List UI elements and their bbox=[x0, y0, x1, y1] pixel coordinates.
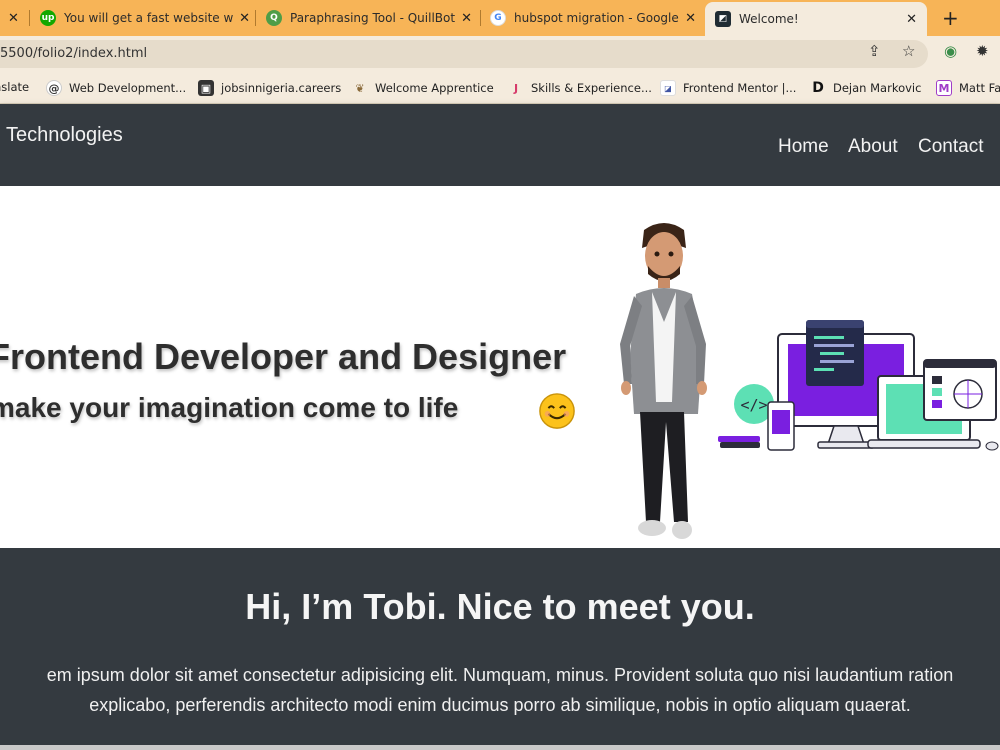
tab-title: Welcome! bbox=[739, 12, 799, 26]
bookmark-item[interactable]: nslate bbox=[0, 80, 29, 94]
bookmark-label: jobsinnigeria.careers bbox=[221, 81, 342, 95]
bookmark-item[interactable]: @ Web Development... bbox=[46, 80, 186, 96]
avatar-character-image bbox=[620, 223, 707, 539]
bookmark-star-icon[interactable]: ☆ bbox=[902, 42, 915, 60]
share-icon[interactable]: ⇪ bbox=[868, 42, 881, 60]
about-line: em ipsum dolor sit amet consectetur adip… bbox=[46, 665, 954, 685]
close-icon[interactable]: ✕ bbox=[461, 11, 472, 26]
upwork-icon: up bbox=[40, 10, 56, 26]
site-brand[interactable]: Technologies bbox=[6, 124, 123, 147]
google-icon: G bbox=[490, 10, 506, 26]
site-favicon-icon: ◩ bbox=[715, 11, 731, 27]
d-logo-icon: D bbox=[812, 80, 824, 96]
ant-icon: ❦ bbox=[355, 81, 365, 95]
tab-separator bbox=[480, 10, 481, 26]
bookmark-label: Web Development... bbox=[69, 81, 187, 95]
nav-about[interactable]: About bbox=[848, 136, 898, 158]
address-bar[interactable]: 5500/folio2/index.html bbox=[0, 40, 928, 68]
bookmark-label: Welcome Apprentice bbox=[375, 81, 494, 95]
close-icon[interactable]: ✕ bbox=[906, 12, 917, 27]
close-icon[interactable]: ✕ bbox=[8, 11, 19, 26]
tab-quillbot[interactable]: Q Paraphrasing Tool - QuillBot ✕ bbox=[266, 4, 472, 32]
bug-extension-icon[interactable]: ✹ bbox=[976, 42, 989, 60]
j-logo-icon: J bbox=[513, 81, 519, 95]
about-heading: Hi, I’m Tobi. Nice to meet you. bbox=[245, 586, 755, 627]
nav-home[interactable]: Home bbox=[778, 136, 829, 158]
bookmark-label: nslate bbox=[0, 80, 30, 94]
smiling-face-icon bbox=[539, 393, 575, 429]
hero-section: Frontend Developer and Designer make you… bbox=[0, 186, 1000, 548]
bookmark-label: Dejan Markovic bbox=[833, 81, 922, 95]
extension-icon[interactable]: ◉ bbox=[944, 42, 957, 60]
about-line: explicabo, perferendis architecto modi e… bbox=[89, 695, 911, 715]
browser-toolbar: 5500/folio2/index.html ⇪ ☆ ◉ ✹ bbox=[0, 36, 1000, 72]
tab-partial[interactable]: ✕ bbox=[0, 4, 26, 32]
url-text[interactable]: 5500/folio2/index.html bbox=[0, 46, 147, 61]
tab-welcome-active[interactable]: ◩ Welcome! ✕ bbox=[705, 2, 927, 36]
tab-google-search[interactable]: G hubspot migration - Google ✕ bbox=[490, 4, 696, 32]
close-icon[interactable]: ✕ bbox=[685, 11, 696, 26]
hero-headline: Frontend Developer and Designer bbox=[0, 336, 567, 377]
svg-text:</>: </> bbox=[740, 396, 767, 414]
hero-subline: make your imagination come to life bbox=[0, 392, 459, 423]
bookmark-item[interactable]: D Dejan Markovic bbox=[810, 80, 921, 96]
about-section: Hi, I’m Tobi. Nice to meet you. em ipsum… bbox=[0, 548, 1000, 750]
bookmark-label: Skills & Experience... bbox=[531, 81, 652, 95]
briefcase-icon: ▣ bbox=[198, 80, 214, 96]
tab-title: hubspot migration - Google bbox=[514, 11, 679, 25]
nav-contact[interactable]: Contact bbox=[918, 136, 983, 158]
browser-tab-strip: ✕ up You will get a fast website wi ✕ Q … bbox=[0, 0, 1000, 36]
bookmark-item[interactable]: M Matt Fa bbox=[936, 80, 1000, 96]
close-icon[interactable]: ✕ bbox=[239, 11, 250, 26]
frontend-mentor-icon: ◪ bbox=[660, 80, 676, 96]
tab-separator bbox=[255, 10, 256, 26]
bookmark-item[interactable]: ▣ jobsinnigeria.careers bbox=[198, 80, 341, 96]
tab-title: You will get a fast website wi bbox=[64, 11, 234, 25]
m-logo-icon: M bbox=[936, 80, 952, 96]
bookmark-label: Matt Fa bbox=[959, 81, 1000, 95]
bookmark-item[interactable]: ◪ Frontend Mentor |... bbox=[660, 80, 796, 96]
about-paragraph: em ipsum dolor sit amet consectetur adip… bbox=[0, 660, 1000, 720]
quillbot-icon: Q bbox=[266, 10, 282, 26]
bookmarks-bar: nslate @ Web Development... ▣ jobsinnige… bbox=[0, 72, 1000, 104]
tab-title: Paraphrasing Tool - QuillBot bbox=[290, 11, 456, 25]
new-tab-button[interactable]: + bbox=[942, 6, 959, 30]
bookmark-label: Frontend Mentor |... bbox=[683, 81, 797, 95]
taskbar-edge bbox=[0, 745, 1000, 750]
at-icon: @ bbox=[46, 80, 62, 96]
web-development-illustration: </> bbox=[718, 320, 999, 451]
bookmark-item[interactable]: J Skills & Experience... bbox=[508, 80, 652, 96]
tab-fiverr[interactable]: up You will get a fast website wi ✕ bbox=[40, 4, 250, 32]
tab-separator bbox=[29, 10, 30, 26]
bookmark-item[interactable]: ❦ Welcome Apprentice bbox=[352, 80, 494, 96]
site-navbar: Technologies Home About Contact bbox=[0, 104, 1000, 186]
